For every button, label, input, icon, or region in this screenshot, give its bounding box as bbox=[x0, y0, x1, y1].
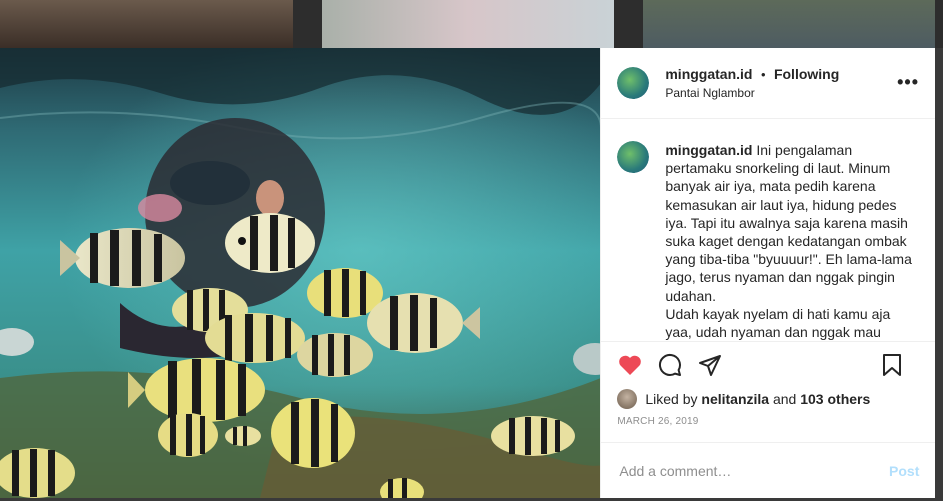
likes-others-link[interactable]: 103 others bbox=[800, 391, 870, 407]
comment-form: Post bbox=[601, 442, 936, 498]
feed-thumbnail[interactable] bbox=[643, 0, 935, 48]
comment-icon[interactable] bbox=[657, 352, 683, 378]
likes-and: and bbox=[772, 391, 797, 407]
action-bar bbox=[601, 341, 935, 388]
likes-prefix: Liked by bbox=[645, 391, 698, 407]
send-icon[interactable] bbox=[697, 352, 723, 378]
post-date[interactable]: MARCH 26, 2019 bbox=[601, 410, 935, 432]
comments-section[interactable]: minggatan.id Ini pengalaman pertamaku sn… bbox=[601, 119, 935, 341]
post-comment-button[interactable]: Post bbox=[889, 463, 919, 479]
post-photo[interactable] bbox=[0, 48, 601, 498]
separator-dot: • bbox=[760, 66, 766, 82]
likes-summary: Liked by nelitanzila and 103 others bbox=[601, 388, 935, 410]
post-modal: minggatan.id • Following Pantai Nglambor… bbox=[0, 48, 936, 498]
caption-username[interactable]: minggatan.id bbox=[665, 142, 752, 158]
liker-avatar[interactable] bbox=[617, 389, 638, 409]
liker-username[interactable]: nelitanzila bbox=[701, 391, 769, 407]
following-button[interactable]: Following bbox=[774, 66, 839, 82]
heart-icon[interactable] bbox=[617, 352, 643, 378]
avatar[interactable] bbox=[617, 141, 650, 173]
location-link[interactable]: Pantai Nglambor bbox=[665, 86, 839, 102]
caption-text: Udah kayak nyelam di hati kamu aja yaa, … bbox=[665, 305, 891, 341]
post-details-panel: minggatan.id • Following Pantai Nglambor… bbox=[600, 48, 936, 498]
feed-thumbnail[interactable] bbox=[0, 0, 293, 48]
comment-input[interactable] bbox=[617, 461, 890, 480]
username-link[interactable]: minggatan.id bbox=[665, 66, 752, 82]
background-feed bbox=[0, 0, 943, 48]
feed-thumbnail[interactable] bbox=[322, 0, 614, 48]
bookmark-icon[interactable] bbox=[879, 352, 905, 378]
post-header: minggatan.id • Following Pantai Nglambor… bbox=[601, 48, 935, 119]
caption-text: Ini pengalaman pertamaku snorkeling di l… bbox=[665, 142, 912, 304]
more-options-icon[interactable]: ••• bbox=[897, 73, 919, 91]
underwater-photo-image bbox=[0, 48, 601, 498]
avatar[interactable] bbox=[617, 67, 650, 99]
caption: minggatan.id Ini pengalaman pertamaku sn… bbox=[665, 141, 919, 341]
